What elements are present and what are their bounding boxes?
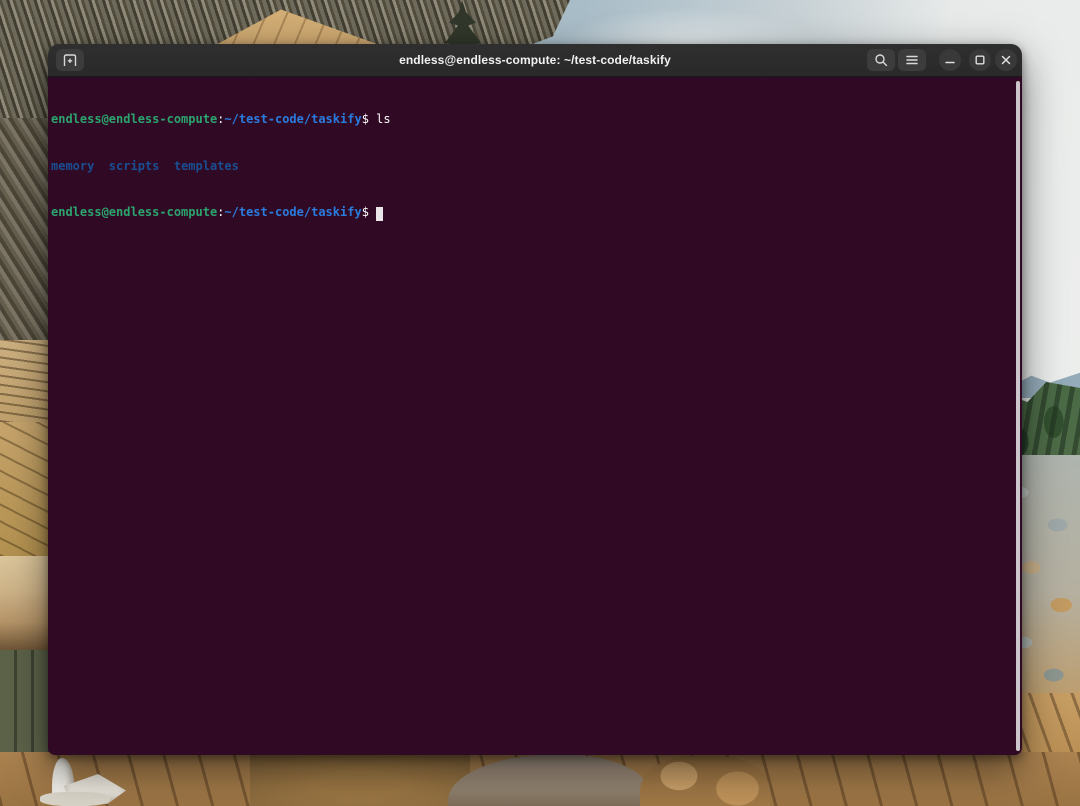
prompt-user-host: endless@endless-compute [51,112,217,126]
menu-button[interactable] [898,49,926,71]
prompt-path: ~/test-code/taskify [224,112,361,126]
close-icon [1001,55,1011,65]
wallpaper-twigs-left [0,118,52,340]
prompt-symbol: $ [362,205,369,219]
wallpaper-planks-left [0,422,52,556]
prompt-path: ~/test-code/taskify [224,205,361,219]
terminal-scrollbar[interactable] [1016,81,1020,751]
terminal-window: endless@endless-compute: ~/test-code/tas… [48,44,1022,755]
new-tab-icon [63,54,77,66]
search-icon [874,53,888,67]
hamburger-menu-icon [906,55,918,65]
close-button[interactable] [995,49,1017,71]
wallpaper-dirt-patch [250,752,470,806]
wallpaper-shingle-pile [0,340,52,422]
prompt-user-host: endless@endless-compute [51,205,217,219]
terminal-line-ls-output: memory scripts templates [51,159,1012,175]
wallpaper-white-bird [34,758,134,806]
ls-output-directories: memory scripts templates [51,159,239,173]
wallpaper-log-beam [0,556,52,650]
minimize-button[interactable] [939,49,961,71]
minimize-icon [945,55,955,65]
wallpaper-stones [640,756,770,806]
window-controls [867,49,1017,71]
bird-base [40,792,110,806]
maximize-button[interactable] [969,49,991,71]
search-button[interactable] [867,49,895,71]
titlebar[interactable]: endless@endless-compute: ~/test-code/tas… [48,44,1022,77]
terminal-line-prompt-ls: endless@endless-compute:~/test-code/task… [51,112,1012,128]
terminal-line-prompt-current: endless@endless-compute:~/test-code/task… [51,205,1012,221]
prompt-symbol: $ [362,112,369,126]
terminal-cursor [376,207,383,221]
typed-command: ls [369,112,391,126]
terminal-screen[interactable]: endless@endless-compute:~/test-code/task… [48,77,1022,755]
new-tab-button[interactable] [56,49,84,71]
maximize-icon [975,55,985,65]
